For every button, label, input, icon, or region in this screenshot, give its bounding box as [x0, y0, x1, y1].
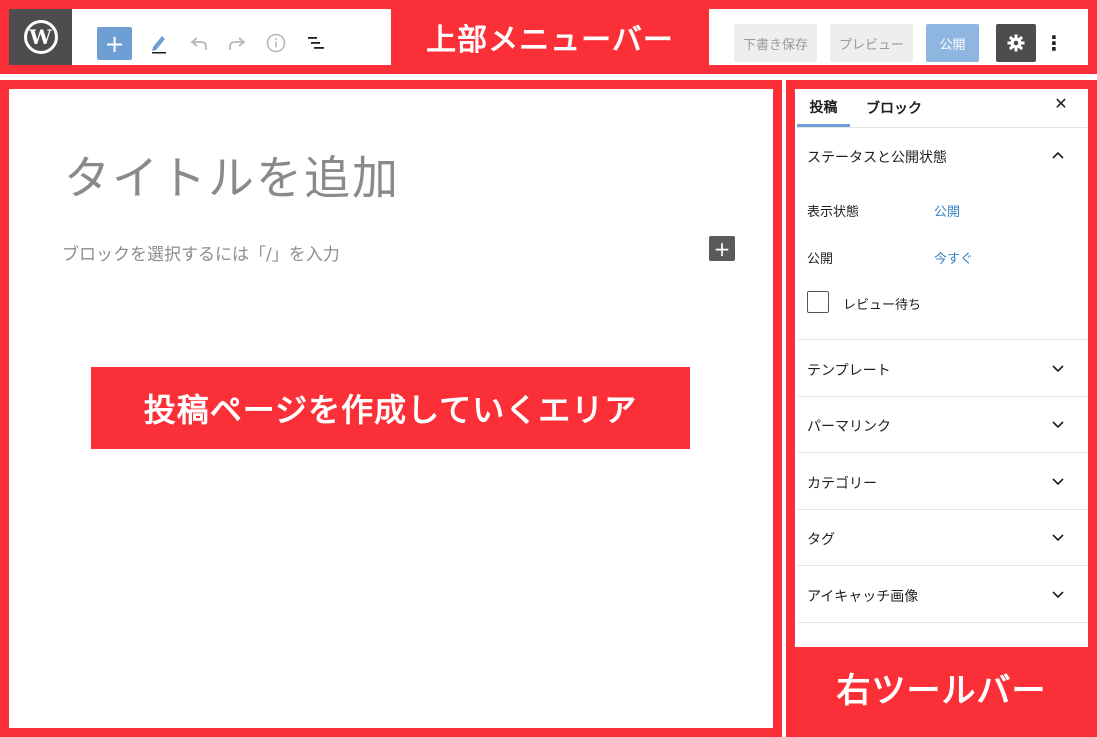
undo-button[interactable]	[186, 30, 212, 56]
info-icon	[266, 33, 286, 53]
editor-annotation-label: 投稿ページを作成していくエリア	[143, 391, 638, 429]
visibility-label: 表示状態	[807, 205, 860, 220]
redo-button[interactable]	[224, 30, 250, 56]
close-icon: ✕	[1054, 93, 1068, 113]
preview-button[interactable]: プレビュー	[830, 24, 913, 62]
inline-add-block-button[interactable]: +	[709, 236, 735, 261]
publish-button[interactable]: 公開	[926, 24, 979, 62]
pending-review-label: レビュー待ち	[843, 298, 922, 313]
chevron-down-icon[interactable]	[1051, 588, 1065, 603]
chevron-down-icon[interactable]	[1051, 531, 1065, 546]
panel-title-tags[interactable]: タグ	[807, 529, 835, 549]
tab-post[interactable]: 投稿	[797, 89, 850, 127]
divider	[797, 622, 1087, 623]
panel-title-featured-image[interactable]: アイキャッチ画像	[807, 586, 918, 606]
panel-title-permalink[interactable]: パーマリンク	[807, 416, 891, 436]
chevron-down-icon[interactable]	[1051, 475, 1065, 490]
wordpress-logo-button[interactable]: W	[9, 9, 72, 65]
divider	[797, 509, 1087, 510]
details-button[interactable]	[263, 30, 289, 56]
sidebar-annotation-label: 右ツールバー	[836, 671, 1047, 711]
divider	[797, 452, 1087, 453]
pending-review-checkbox[interactable]	[807, 291, 829, 313]
save-draft-button[interactable]: 下書き保存	[734, 24, 817, 62]
post-title-input[interactable]: タイトルを追加	[64, 142, 400, 208]
divider	[797, 339, 1087, 340]
publish-time-label: 公開	[807, 252, 834, 267]
chevron-up-icon[interactable]	[1051, 149, 1065, 164]
divider	[797, 396, 1087, 397]
visibility-value-link[interactable]: 公開	[934, 201, 960, 220]
publish-time-link[interactable]: 今すぐ	[934, 248, 973, 267]
tools-button[interactable]	[146, 30, 172, 56]
panel-title-template[interactable]: テンプレート	[807, 360, 891, 380]
close-sidebar-button[interactable]: ✕	[1051, 91, 1071, 115]
undo-icon	[190, 37, 207, 50]
redo-icon	[229, 37, 246, 50]
plus-icon: +	[104, 29, 125, 58]
chevron-down-icon[interactable]	[1051, 418, 1065, 433]
settings-button[interactable]	[996, 24, 1036, 62]
tab-block[interactable]: ブロック	[857, 89, 931, 127]
settings-sidebar: 投稿 ブロック ✕ ステータスと公開状態 表示状態 公開 公開 今すぐ レビュー…	[797, 89, 1087, 647]
chevron-down-icon[interactable]	[1051, 362, 1065, 377]
panel-title-categories[interactable]: カテゴリー	[807, 473, 877, 493]
top-menu-annotation-label: 上部メニューバー	[426, 23, 674, 58]
add-block-button[interactable]: +	[97, 27, 132, 60]
vertical-ellipsis-icon: ⋮	[1044, 31, 1064, 55]
divider	[797, 565, 1087, 566]
list-view-icon	[308, 37, 324, 49]
gear-icon	[1007, 34, 1025, 52]
panel-title-status[interactable]: ステータスと公開状態	[807, 147, 947, 167]
divider	[797, 127, 1087, 128]
list-view-button[interactable]	[303, 30, 329, 56]
pencil-icon	[152, 36, 166, 54]
plus-icon: +	[713, 236, 731, 261]
block-appender-prompt[interactable]: ブロックを選択するには「/」を入力	[62, 240, 340, 265]
more-options-button[interactable]: ⋮	[1044, 30, 1064, 56]
wordpress-logo-icon: W	[23, 20, 58, 54]
